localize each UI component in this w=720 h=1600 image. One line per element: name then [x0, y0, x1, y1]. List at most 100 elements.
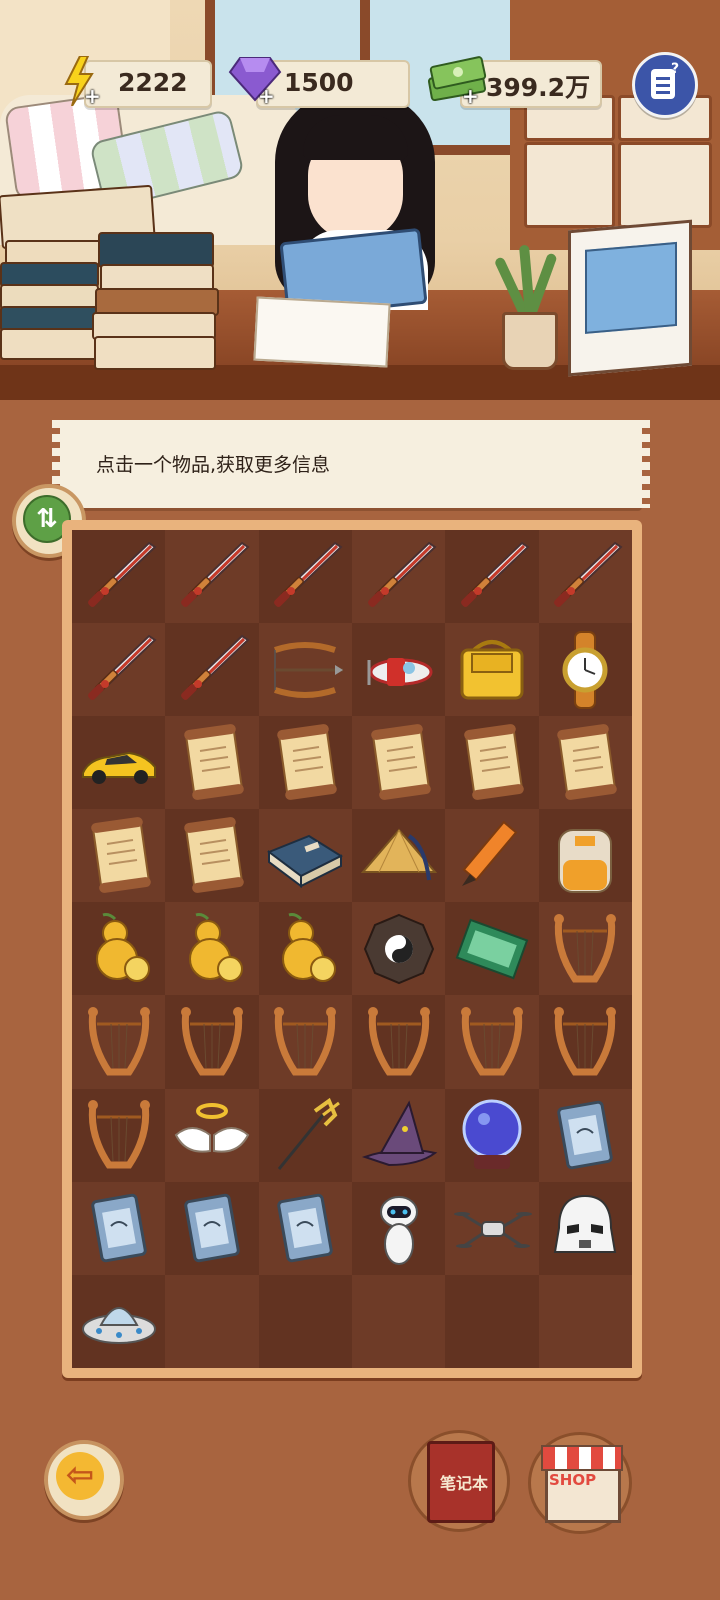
inventory-slot[interactable] [351, 623, 446, 717]
inventory-slot[interactable] [445, 1181, 539, 1275]
cabinet [510, 0, 720, 250]
handbag-icon [452, 630, 532, 710]
desk-calendar [568, 219, 692, 377]
inventory-slot[interactable] [445, 809, 539, 903]
inventory-board [62, 520, 642, 1378]
inventory-slot[interactable] [72, 716, 166, 810]
sword-icon [265, 537, 345, 617]
inventory-slot[interactable] [72, 530, 166, 624]
inventory-slot[interactable] [445, 623, 539, 717]
inventory-slot[interactable] [538, 902, 632, 996]
inventory-slot[interactable] [72, 995, 166, 1089]
inventory-slot[interactable] [165, 995, 259, 1089]
cash-value: 399.2万 [486, 73, 591, 102]
inventory-slot[interactable] [72, 809, 166, 903]
lyre-icon [172, 1002, 252, 1082]
inventory-slot[interactable] [351, 1181, 446, 1275]
shop-label: SHOP [549, 1471, 597, 1489]
lyre-icon [452, 1002, 532, 1082]
inventory-slot[interactable] [538, 530, 632, 624]
inventory-slot[interactable] [445, 1088, 539, 1182]
energy-counter[interactable]: 2222 [84, 60, 212, 108]
scroll-icon [545, 723, 625, 803]
drone-icon [452, 1188, 532, 1268]
empty-slot[interactable] [165, 1274, 259, 1368]
inventory-slot[interactable] [445, 530, 539, 624]
inventory-slot[interactable] [538, 1181, 632, 1275]
inventory-slot[interactable] [538, 809, 632, 903]
inventory-slot[interactable] [351, 902, 446, 996]
scroll-icon [265, 723, 345, 803]
info-banner: 点击一个物品,获取更多信息 [52, 420, 650, 508]
energy-value: 2222 [118, 68, 188, 97]
inventory-slot[interactable] [258, 995, 352, 1089]
add-energy-icon[interactable]: + [84, 84, 101, 108]
ancient-book-icon [265, 816, 345, 896]
notebook-label: 笔记本 [439, 1474, 488, 1493]
question-mark-icon: ? [671, 61, 680, 77]
inventory-slot[interactable] [165, 530, 259, 624]
circuit-chip-icon [172, 1188, 252, 1268]
inventory-slot[interactable] [351, 995, 446, 1089]
inventory-slot[interactable] [538, 623, 632, 717]
inventory-slot[interactable] [258, 809, 352, 903]
inventory-slot[interactable] [445, 995, 539, 1089]
notebook-button[interactable]: 笔记本 [408, 1430, 510, 1532]
inventory-slot[interactable] [165, 1088, 259, 1182]
empty-slot[interactable] [538, 1274, 632, 1368]
stormtrooper-helmet-icon [545, 1188, 625, 1268]
character-bangs [303, 115, 408, 160]
empty-slot[interactable] [445, 1274, 539, 1368]
back-arrow-icon: ⇦ [56, 1452, 104, 1500]
add-cash-icon[interactable]: + [462, 84, 479, 108]
empty-slot[interactable] [258, 1274, 352, 1368]
inventory-slot[interactable] [165, 902, 259, 996]
inventory-slot[interactable] [72, 1181, 166, 1275]
backpack-icon [545, 816, 625, 896]
wizard-hat-icon [359, 1095, 439, 1175]
sword-icon [79, 537, 159, 617]
inventory-slot[interactable] [165, 1181, 259, 1275]
back-button[interactable]: ⇦ [44, 1440, 124, 1520]
shop-button[interactable]: SHOP [528, 1432, 632, 1534]
inventory-slot[interactable] [445, 902, 539, 996]
inventory-slot[interactable] [72, 1088, 166, 1182]
inventory-slot[interactable] [165, 623, 259, 717]
inventory-slot[interactable] [538, 1088, 632, 1182]
inventory-slot[interactable] [72, 623, 166, 717]
paper-sheet [253, 296, 391, 368]
inventory-slot[interactable] [445, 716, 539, 810]
notebook-icon: 笔记本 [427, 1441, 495, 1523]
empty-slot[interactable] [351, 1274, 446, 1368]
inventory-slot[interactable] [351, 716, 446, 810]
inventory-slot[interactable] [538, 995, 632, 1089]
scroll-icon [172, 723, 252, 803]
sword-icon [545, 537, 625, 617]
inventory-slot[interactable] [258, 623, 352, 717]
inventory-slot[interactable] [165, 809, 259, 903]
inventory-slot[interactable] [72, 1274, 166, 1368]
inventory-slot[interactable] [351, 1088, 446, 1182]
inventory-slot[interactable] [258, 530, 352, 624]
sword-icon [172, 537, 252, 617]
crossbow-icon [265, 630, 345, 710]
inventory-slot[interactable] [258, 1088, 352, 1182]
lyre-icon [359, 1002, 439, 1082]
inventory-grid [72, 530, 632, 1368]
add-gems-icon[interactable]: + [258, 84, 275, 108]
gourd-icon [265, 909, 345, 989]
sword-icon [79, 630, 159, 710]
inventory-slot[interactable] [258, 902, 352, 996]
inventory-slot[interactable] [351, 809, 446, 903]
angel-halo-wings-icon [172, 1095, 252, 1175]
gourd-icon [79, 909, 159, 989]
inventory-slot[interactable] [538, 716, 632, 810]
inventory-slot[interactable] [258, 1181, 352, 1275]
inventory-slot[interactable] [258, 716, 352, 810]
inventory-slot[interactable] [165, 716, 259, 810]
inventory-slot[interactable] [351, 530, 446, 624]
circuit-chip-icon [265, 1188, 345, 1268]
task-list-button[interactable]: ? [632, 52, 698, 118]
scroll-icon [452, 723, 532, 803]
inventory-slot[interactable] [72, 902, 166, 996]
